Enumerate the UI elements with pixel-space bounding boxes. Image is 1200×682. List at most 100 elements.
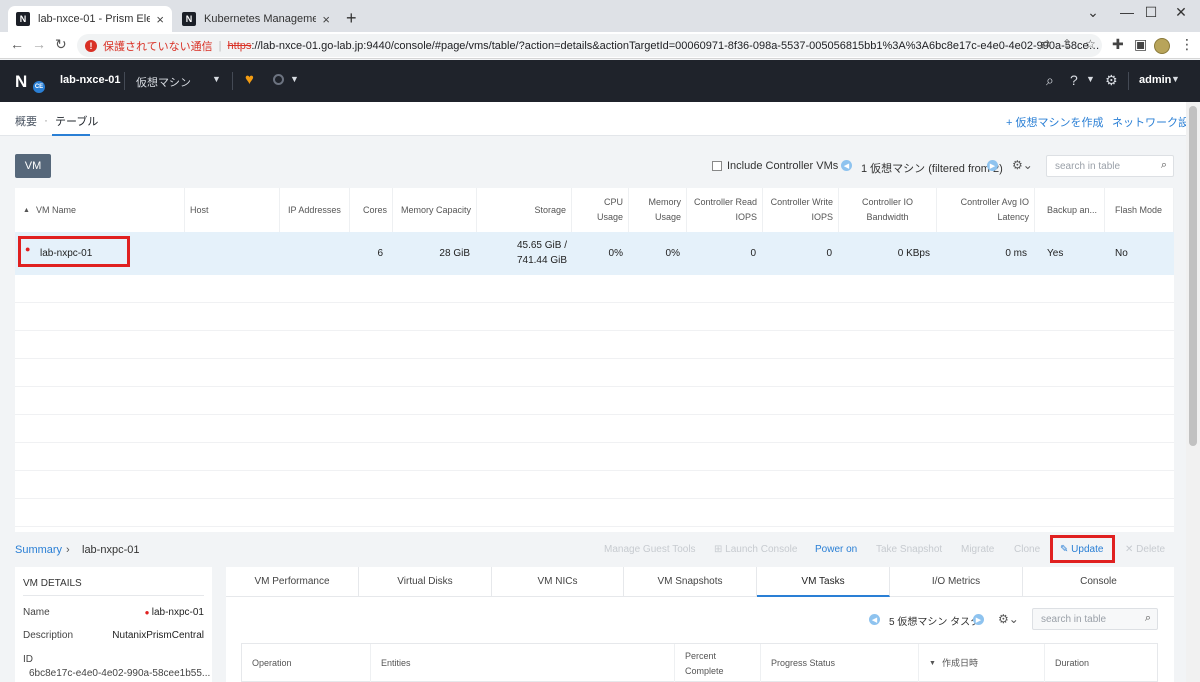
tab-virtual-disks[interactable]: Virtual Disks — [359, 567, 492, 597]
forward-icon[interactable]: → — [32, 36, 46, 52]
launch-console-button[interactable]: ⊞ Launch Console — [714, 544, 797, 555]
table-row-empty — [15, 331, 1174, 359]
delete-button[interactable]: ✕ Delete — [1125, 544, 1165, 555]
column-header-memory[interactable]: Memory Capacity — [393, 188, 477, 232]
column-header-storage[interactable]: Storage — [477, 188, 572, 232]
profile-avatar[interactable] — [1154, 38, 1170, 54]
take-snapshot-button[interactable]: Take Snapshot — [876, 544, 942, 555]
tab-vm-snapshots[interactable]: VM Snapshots — [624, 567, 757, 597]
chevron-down-icon[interactable]: ▼ — [212, 74, 221, 84]
cluster-name[interactable]: lab-nxce-01 — [60, 74, 121, 86]
url-field[interactable]: ! 保護されていない通信 | https ://lab-nxce-01.go-l… — [77, 34, 1102, 57]
power-on-button[interactable]: Power on — [815, 544, 857, 555]
task-column-created[interactable]: ▼ 作成日時 — [919, 644, 1045, 682]
nutanix-logo-icon[interactable]: N CE — [15, 72, 45, 93]
task-column-percent[interactable]: Percent Complete — [675, 644, 761, 682]
table-search-input[interactable]: search in table ⌕ — [1046, 155, 1174, 177]
next-page-icon[interactable]: ▶ — [987, 160, 998, 171]
chevron-down-icon[interactable]: ▼ — [1171, 74, 1180, 84]
chevron-down-icon[interactable]: ▼ — [290, 74, 299, 84]
search-icon[interactable]: ⌕ — [1046, 72, 1054, 89]
migrate-button[interactable]: Migrate — [961, 544, 994, 555]
warning-icon: ! — [85, 39, 97, 52]
task-column-progress[interactable]: Progress Status — [761, 644, 919, 682]
table-settings-gear-icon[interactable]: ⚙⌄ — [1012, 158, 1033, 172]
search-icon[interactable]: ⌕ — [1145, 612, 1151, 625]
browser-tab-kubernetes[interactable]: N Kubernetes Management - Nuta × — [174, 6, 338, 32]
clone-button[interactable]: Clone — [1014, 544, 1040, 555]
tab-table[interactable]: テーブル — [55, 113, 98, 129]
scrollbar-thumb[interactable] — [1189, 106, 1197, 446]
breadcrumb-summary[interactable]: Summary — [15, 544, 62, 556]
manage-guest-tools-button[interactable]: Manage Guest Tools — [604, 544, 696, 555]
include-controller-label: Include Controller VMs — [727, 160, 839, 172]
reload-icon[interactable]: ↻ — [55, 36, 67, 53]
table-row-empty — [15, 499, 1174, 527]
delete-x-icon: ✕ — [1125, 544, 1137, 555]
alerts-ring-icon[interactable] — [273, 74, 284, 85]
chevron-down-icon[interactable]: ▼ — [1086, 74, 1095, 84]
tab-io-metrics[interactable]: I/O Metrics — [890, 567, 1023, 597]
help-icon[interactable]: ? — [1070, 72, 1078, 88]
vm-details-title: VM DETAILS — [23, 578, 82, 589]
translate-icon[interactable]: ⇄ — [1040, 37, 1050, 51]
column-header-ip[interactable]: IP Addresses — [280, 188, 350, 232]
column-header-host[interactable]: Host — [185, 188, 280, 232]
close-tab-icon[interactable]: × — [156, 12, 164, 27]
create-vm-link[interactable]: + 仮想マシンを作成 — [1006, 114, 1103, 130]
column-header-flash-mode[interactable]: Flash Mode — [1105, 188, 1174, 232]
tab-console[interactable]: Console — [1023, 567, 1174, 597]
app-header: N CE lab-nxce-01 仮想マシン ▼ ♥ ▼ ⌕ ? ▼ ⚙ admi… — [0, 60, 1200, 102]
tab-vm-performance[interactable]: VM Performance — [226, 567, 359, 597]
task-column-operation[interactable]: Operation — [242, 644, 371, 682]
column-header-vm-name[interactable]: ▲ VM Name — [15, 188, 185, 232]
prev-page-icon[interactable]: ◀ — [869, 614, 880, 625]
backup-cell: Yes — [1047, 248, 1064, 259]
extensions-icon[interactable]: ✚ — [1112, 36, 1124, 53]
side-panel-icon[interactable]: ▣ — [1134, 36, 1147, 53]
column-header-memory-usage[interactable]: Memory Usage — [629, 188, 687, 232]
next-page-icon[interactable]: ▶ — [973, 614, 984, 625]
read-iops-cell: 0 — [750, 248, 756, 259]
column-header-cpu-usage[interactable]: CPU Usage — [572, 188, 629, 232]
close-tab-icon[interactable]: × — [322, 12, 330, 27]
tasks-search-input[interactable]: search in table ⌕ — [1032, 608, 1158, 630]
task-column-duration[interactable]: Duration — [1045, 644, 1157, 682]
task-column-entities[interactable]: Entities — [371, 644, 675, 682]
main-menu-dropdown[interactable]: 仮想マシン — [136, 74, 191, 90]
tasks-settings-gear-icon[interactable]: ⚙⌄ — [998, 612, 1019, 626]
vm-tasks-count: 5 仮想マシン タスク — [889, 617, 981, 628]
detail-key-description: Description — [23, 630, 74, 641]
update-highlight-box — [1050, 535, 1115, 563]
page-scrollbar[interactable] — [1186, 102, 1200, 682]
column-header-latency[interactable]: Controller Avg IO Latency — [937, 188, 1035, 232]
browser-menu-icon[interactable]: ⋮ — [1180, 36, 1194, 53]
column-header-read-iops[interactable]: Controller Read IOPS — [687, 188, 763, 232]
tab-vm-tasks[interactable]: VM Tasks — [757, 567, 890, 597]
new-tab-button[interactable]: + — [346, 8, 357, 29]
tab-vm-nics[interactable]: VM NICs — [492, 567, 624, 597]
url-text: ://lab-nxce-01.go-lab.jp:9440/console/#p… — [251, 39, 1102, 52]
table-row[interactable]: ● lab-nxpc-01 6 28 GiB 45.65 GiB / 741.4… — [15, 232, 1174, 275]
breadcrumb-vm: lab-nxpc-01 — [82, 544, 140, 556]
search-icon[interactable]: ⌕ — [1161, 159, 1167, 172]
detail-value-name: ● lab-nxpc-01 — [144, 607, 204, 618]
share-icon[interactable]: ⇪ — [1062, 37, 1072, 51]
column-header-bandwidth[interactable]: Controller IO Bandwidth — [839, 188, 937, 232]
column-header-cores[interactable]: Cores — [350, 188, 393, 232]
health-heart-icon[interactable]: ♥ — [245, 71, 254, 88]
bookmark-star-icon[interactable]: ☆ — [1085, 37, 1096, 51]
include-controller-checkbox[interactable] — [712, 161, 722, 171]
user-menu[interactable]: admin — [1139, 74, 1171, 86]
column-header-backup[interactable]: Backup an... — [1035, 188, 1105, 232]
vm-power-off-dot-icon: ● — [144, 608, 152, 617]
tab-overview[interactable]: 概要 — [15, 113, 37, 129]
settings-gear-icon[interactable]: ⚙ — [1105, 72, 1118, 89]
security-warning[interactable]: 保護されていない通信 — [103, 38, 213, 54]
prev-page-icon[interactable]: ◀ — [841, 160, 852, 171]
back-icon[interactable]: ← — [10, 36, 24, 52]
close-window-icon[interactable]: ✕ — [1158, 4, 1200, 21]
column-header-write-iops[interactable]: Controller Write IOPS — [763, 188, 839, 232]
browser-tab-prism[interactable]: N lab-nxce-01 - Prism Element × — [8, 6, 172, 32]
vm-type-button[interactable]: VM — [15, 154, 51, 178]
